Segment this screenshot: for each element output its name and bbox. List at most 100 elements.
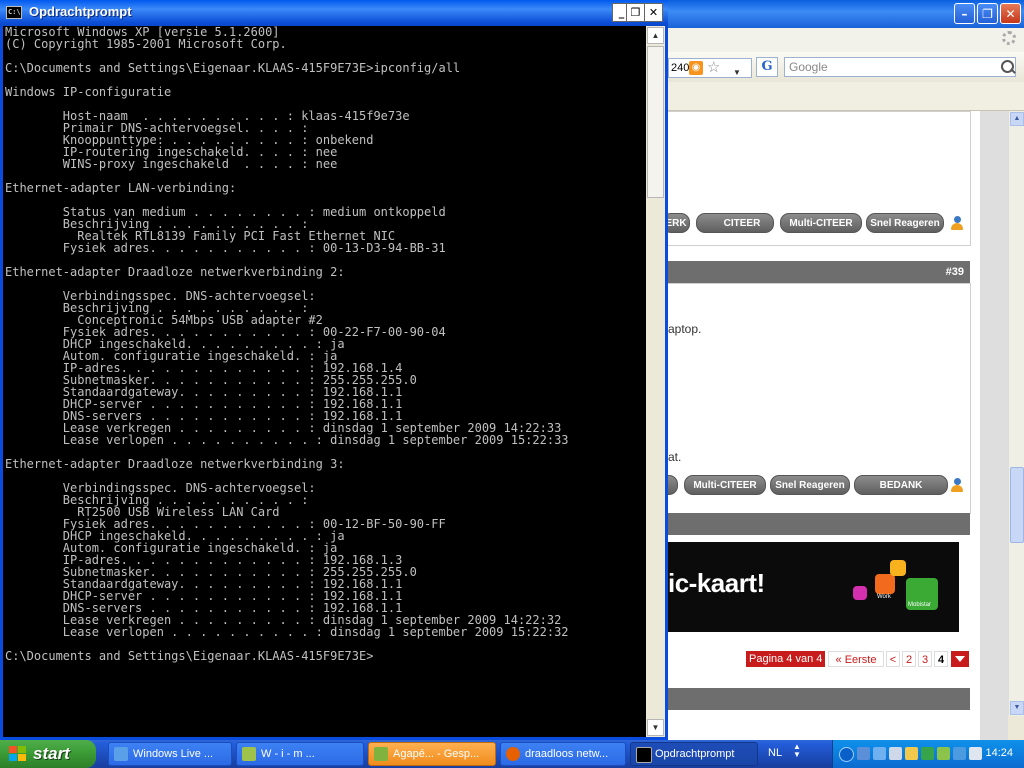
cmd-window: C:\ Opdrachtprompt _ ❐ ✕ Microsoft Windo…: [0, 0, 668, 740]
cmd-scroll-down-icon[interactable]: ▼: [647, 719, 664, 736]
search-engine-icon[interactable]: G: [756, 57, 778, 77]
browser-scroll-thumb[interactable]: [1010, 467, 1024, 543]
rss-icon[interactable]: ◉: [689, 61, 703, 75]
button-label: CITEER: [723, 218, 761, 229]
task-label: draadloos netw...: [525, 748, 609, 760]
firefox-icon: [506, 747, 520, 761]
system-tray: 14:24: [832, 740, 1024, 768]
scroll-up-icon[interactable]: ▲: [1010, 112, 1024, 126]
security-icon[interactable]: [905, 747, 918, 760]
search-placeholder: Google: [789, 60, 828, 74]
volume-icon[interactable]: [969, 747, 982, 760]
start-label: start: [33, 744, 70, 763]
bookmark-star-icon[interactable]: ☆: [707, 59, 720, 77]
pagination-page-4: 4: [934, 651, 948, 667]
task-label: W - i - m ...: [261, 748, 315, 760]
ad-small-text-2: Mobistar: [908, 602, 932, 608]
cmd-close-button[interactable]: ✕: [644, 3, 663, 22]
cmd-title: Opdrachtprompt: [29, 4, 132, 19]
search-engine-letter: G: [761, 59, 773, 74]
console-output-area[interactable]: Microsoft Windows XP [versie 5.1.2600] (…: [3, 26, 646, 737]
button-label: Snel Reageren: [775, 480, 845, 491]
search-icon[interactable]: [1001, 60, 1014, 73]
ad-header: [668, 513, 970, 535]
tray-app-icon-3[interactable]: [953, 747, 966, 760]
browser-scrollbar[interactable]: ▲ ▼: [1008, 111, 1024, 716]
task-label: Opdrachtprompt: [655, 748, 735, 760]
multi-citeer-button-2[interactable]: Multi-CITEER: [684, 475, 766, 495]
page-gutter: [980, 111, 1008, 740]
browser-window: – ❐ ✕ 240, ◉ ☆ ▼ G Google ERK CITEER Mul…: [668, 0, 1024, 740]
task-agape[interactable]: Agapé... - Gesp...: [368, 742, 496, 766]
post-38-button-1[interactable]: ERK: [668, 213, 690, 233]
pagination-label: Pagina 4 van 4: [746, 651, 826, 667]
network-icon-2[interactable]: [873, 747, 886, 760]
tray-app-icon[interactable]: [889, 747, 902, 760]
pagination-menu-icon[interactable]: [951, 651, 969, 667]
browser-close-button[interactable]: ✕: [1000, 3, 1021, 24]
button-label: Multi-CITEER: [789, 218, 853, 229]
snel-reageren-button-2[interactable]: Snel Reageren: [770, 475, 850, 495]
search-bar: G Google: [756, 57, 1020, 79]
pagination-page-2[interactable]: 2: [902, 651, 916, 667]
browser-titlebar: – ❐ ✕: [668, 0, 1024, 28]
task-wimp[interactable]: W - i - m ...: [236, 742, 364, 766]
browser-toolbar: 240, ◉ ☆ ▼ G Google: [668, 52, 1024, 83]
task-label: Windows Live ...: [133, 748, 214, 760]
wimp-icon: [242, 747, 256, 761]
task-firefox[interactable]: draadloos netw...: [500, 742, 626, 766]
task-windows-live[interactable]: Windows Live ...: [108, 742, 232, 766]
cmd-titlebar[interactable]: C:\ Opdrachtprompt _ ❐ ✕: [0, 0, 668, 26]
ad-cube-orange: [875, 574, 895, 594]
ad-cube-pink: [853, 586, 867, 600]
snel-reageren-button[interactable]: Snel Reageren: [866, 213, 944, 233]
cmd-scroll-thumb[interactable]: [647, 46, 664, 198]
button-label: Multi-CITEER: [693, 480, 757, 491]
web-page: ERK CITEER Multi-CITEER Snel Reageren #3…: [668, 111, 1008, 740]
cmd-icon: [636, 747, 652, 763]
cmd-icon[interactable]: C:\: [6, 6, 22, 19]
browser-minimize-button[interactable]: –: [954, 3, 975, 24]
tray-expand-icon[interactable]: [839, 747, 854, 762]
pagination-page-3[interactable]: 3: [918, 651, 932, 667]
tray-app-icon-2[interactable]: [937, 747, 950, 760]
report-user-icon[interactable]: [949, 216, 965, 232]
search-input[interactable]: Google: [784, 57, 1016, 77]
button-label: Snel Reageren: [870, 218, 940, 229]
windows-live-icon: [114, 747, 128, 761]
language-bar-icon[interactable]: ▲ ▼: [793, 743, 801, 759]
cmd-scroll-up-icon[interactable]: ▲: [647, 27, 664, 44]
task-cmd[interactable]: Opdrachtprompt: [630, 742, 758, 766]
cmd-icon-text: C:\: [8, 8, 21, 16]
clock[interactable]: 14:24: [985, 747, 1013, 759]
button-label: BEDANK: [879, 480, 923, 491]
task-label: Agapé... - Gesp...: [393, 748, 480, 760]
cmd-scrollbar[interactable]: ▲ ▼: [646, 26, 665, 737]
throbber-icon: [1002, 31, 1016, 45]
citeer-button[interactable]: CITEER: [696, 213, 774, 233]
button-label: ERK: [668, 218, 687, 229]
scroll-down-icon[interactable]: ▼: [1010, 701, 1024, 715]
console-text: Microsoft Windows XP [versie 5.1.2600] (…: [5, 26, 569, 663]
cmd-restore-button[interactable]: ❐: [626, 3, 645, 22]
language-indicator[interactable]: NL: [768, 747, 782, 759]
bedank-button[interactable]: BEDANK: [854, 475, 948, 495]
report-user-icon-2[interactable]: [949, 478, 965, 494]
address-bar[interactable]: 240, ◉ ☆ ▼: [668, 58, 752, 78]
ad-small-text-1: Work: [877, 594, 891, 600]
browser-menubar: [668, 28, 1024, 52]
multi-citeer-button[interactable]: Multi-CITEER: [780, 213, 862, 233]
browser-maximize-button[interactable]: ❐: [977, 3, 998, 24]
windows-logo-icon: [9, 746, 27, 762]
start-button[interactable]: start: [0, 740, 96, 768]
post-number: #39: [945, 266, 964, 278]
ad-cube-yellow: [890, 560, 906, 576]
ad-banner[interactable]: ic-kaart! Work Mobistar: [668, 542, 959, 632]
pagination-first[interactable]: « Eerste: [828, 651, 884, 667]
pagination-prev[interactable]: <: [886, 651, 900, 667]
page-content: ERK CITEER Multi-CITEER Snel Reageren #3…: [668, 111, 980, 740]
wireless-icon[interactable]: [921, 747, 934, 760]
address-dropdown-icon[interactable]: ▼: [733, 64, 741, 82]
agape-icon: [374, 747, 388, 761]
network-icon[interactable]: [857, 747, 870, 760]
